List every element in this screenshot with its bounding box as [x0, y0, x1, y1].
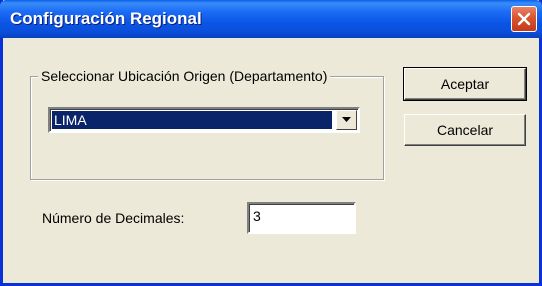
- close-button[interactable]: [511, 6, 537, 32]
- title-bar[interactable]: Configuración Regional: [0, 0, 542, 38]
- decimals-label: Número de Decimales:: [42, 210, 185, 226]
- location-group-label: Seleccionar Ubicación Origen (Departamen…: [38, 67, 331, 85]
- decimals-input[interactable]: 3: [247, 202, 356, 234]
- close-icon: [517, 12, 531, 26]
- location-selected-value: LIMA: [52, 111, 332, 129]
- accept-button[interactable]: Aceptar: [403, 67, 527, 101]
- dropdown-arrow-button[interactable]: [336, 110, 357, 130]
- location-dropdown[interactable]: LIMA: [48, 107, 360, 133]
- cancel-button[interactable]: Cancelar: [404, 114, 526, 146]
- chevron-down-icon: [342, 117, 351, 122]
- window-title: Configuración Regional: [10, 9, 202, 28]
